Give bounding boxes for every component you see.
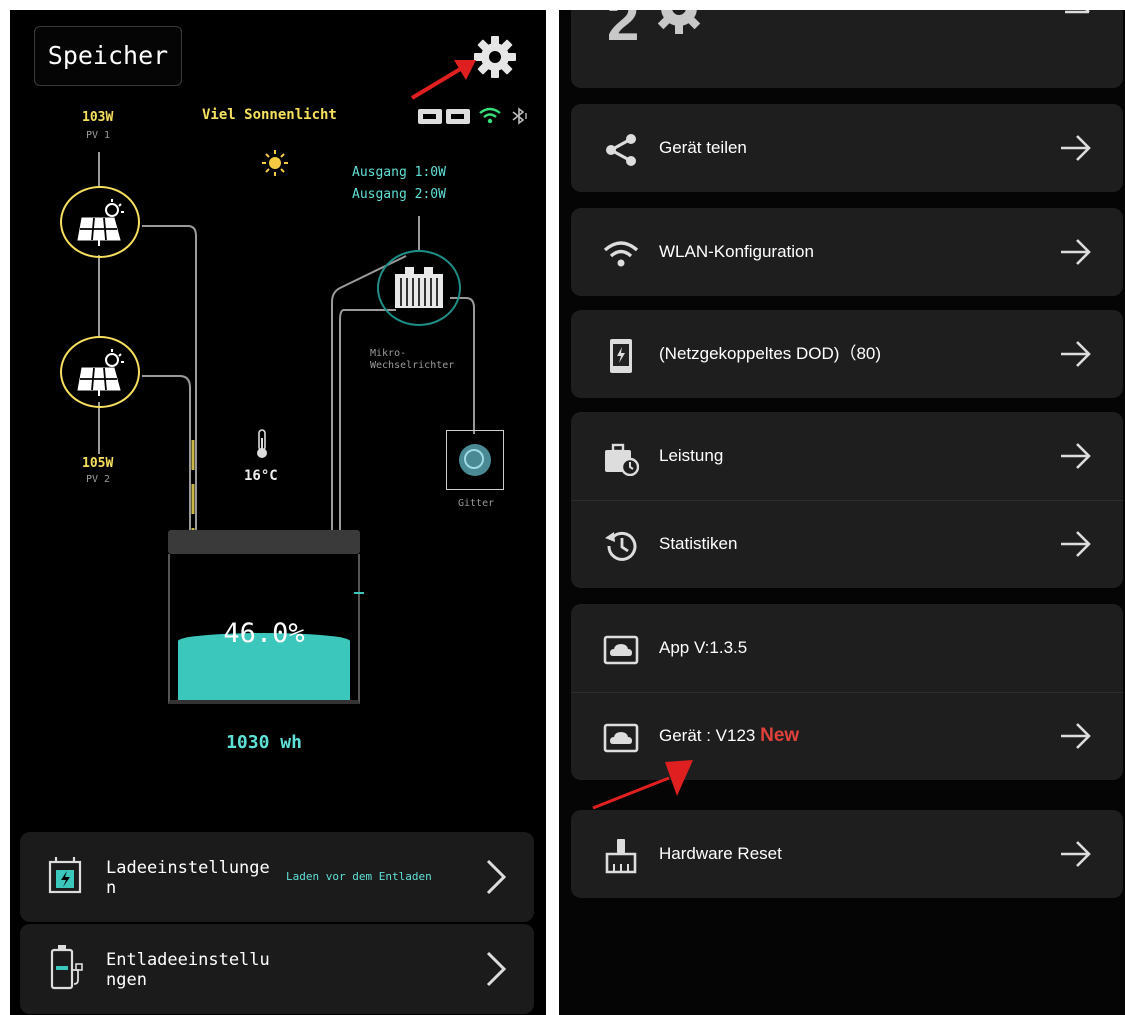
arrow-right-icon [1061,239,1091,265]
gear-icon [657,10,701,34]
charge-settings-card[interactable]: Ladeeinstellunge n Laden vor dem Entlade… [20,832,534,922]
thermometer-icon [257,429,267,458]
pv2-name: PV 2 [86,474,111,485]
menu-item-label: App V:1.3.5 [659,638,748,657]
menu-item-hardware-reset[interactable]: Hardware Reset [571,810,1123,898]
discharge-settings-card[interactable]: Entladeeinstellu ngen [20,924,534,1014]
charge-icon [48,857,82,894]
chevron-right-icon [486,951,507,987]
settings-screen: 2 Gerät teilen WLAN-Konfiguration (Netzg… [559,10,1125,1015]
menu-item-label: Statistiken [659,534,738,553]
performance-stats-card: Leistung Statistiken [571,412,1123,588]
share-icon [606,134,636,166]
inverter-icon [395,267,443,308]
menu-item-label: Gerät : V123 [659,726,756,745]
battery-energy: 1030 wh [226,732,302,753]
annotation-arrow [592,760,693,810]
menu-item-share[interactable]: Gerät teilen [571,104,1123,192]
temperature: 16°C [244,468,278,484]
briefcase-clock-icon [605,443,639,476]
micro-inverter-node [377,250,461,326]
storage-screen: Speicher Viel Sonnenlicht 103W PV 1 Ausg… [10,10,546,1015]
version-card: App V:1.3.5 Gerät : V123 New [571,604,1123,780]
grid-socket-icon [459,444,491,476]
cloud-icon [603,635,639,665]
arrow-right-icon [1061,841,1091,867]
broom-icon [605,839,637,874]
arrow-right-icon [1061,135,1091,161]
inverter-label: Mikro- Wechselrichter [370,348,455,371]
menu-item-label: Leistung [659,446,724,465]
share-device-card[interactable]: Gerät teilen [571,104,1123,192]
solar-panel-pv2 [60,336,140,408]
battery-lid [168,530,360,554]
wifi-config-card[interactable]: WLAN-Konfiguration [571,208,1123,296]
hardware-reset-card[interactable]: Hardware Reset [571,810,1123,898]
wifi-icon [603,241,639,267]
discharge-icon [50,945,83,990]
menu-item-wifi[interactable]: WLAN-Konfiguration [571,208,1123,296]
arrow-right-icon [1061,341,1091,367]
device-info-card: 2 [571,10,1123,88]
pv2-power: 105W [82,456,114,471]
menu-item-label: Gerät teilen [659,138,747,157]
arrow-right-icon [1061,723,1091,749]
partial-number: 2 [607,10,640,53]
menu-item-label: (Netzgekoppeltes DOD)（80) [659,344,882,363]
app-version-row: App V:1.3.5 [571,604,1123,692]
cloud-icon [603,723,639,753]
history-icon [605,531,637,561]
charge-settings-sub: Laden vor dem Entladen [286,870,432,883]
menu-item-performance[interactable]: Leistung [571,412,1123,500]
solar-panel-icon [77,349,124,396]
menu-item-label: WLAN-Konfiguration [659,242,814,261]
dod-card[interactable]: (Netzgekoppeltes DOD)（80) [571,310,1123,398]
solar-panel-pv1 [60,186,140,258]
grid-label: Gitter [458,498,495,509]
arrow-right-icon[interactable] [1063,10,1093,24]
arrow-right-icon [1061,443,1091,469]
charge-settings-label: Ladeeinstellunge n [106,858,270,898]
phone-bolt-icon [610,339,632,373]
chevron-right-icon [486,859,507,895]
discharge-settings-label: Entladeeinstellu ngen [106,950,270,990]
grid-node [446,430,504,490]
battery-percent: 46.0% [223,618,305,649]
menu-item-label: Hardware Reset [659,844,782,863]
menu-item-statistics[interactable]: Statistiken [571,500,1123,588]
arrow-right-icon [1061,531,1091,557]
new-badge: New [760,725,800,746]
solar-panel-icon [77,199,124,246]
menu-item-dod[interactable]: (Netzgekoppeltes DOD)（80) [571,310,1123,398]
